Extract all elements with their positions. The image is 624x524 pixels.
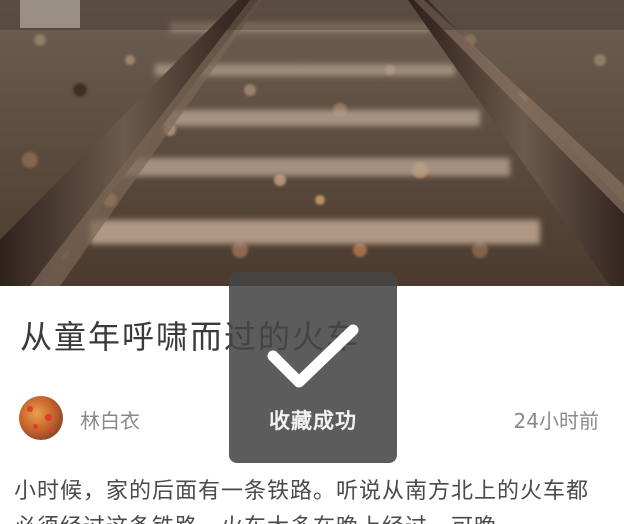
post-time: 24小时前: [513, 409, 599, 433]
checkmark-icon: [267, 324, 359, 388]
toast-label: 收藏成功: [269, 409, 357, 433]
railroad-tracks-photo: [0, 0, 624, 286]
article-page: 从童年呼啸而过的火车 林白衣 24小时前 小时候，家的后面有一条铁路。听说从南方…: [0, 0, 624, 524]
article-body: 小时候，家的后面有一条铁路。听说从南方北上的火车都必须经过这条铁路，火车大多在晚…: [14, 479, 590, 524]
hero-image: [0, 0, 624, 286]
favorite-success-toast: 收藏成功: [229, 272, 397, 463]
author-avatar[interactable]: [19, 396, 63, 440]
author-name[interactable]: 林白衣: [80, 405, 140, 434]
